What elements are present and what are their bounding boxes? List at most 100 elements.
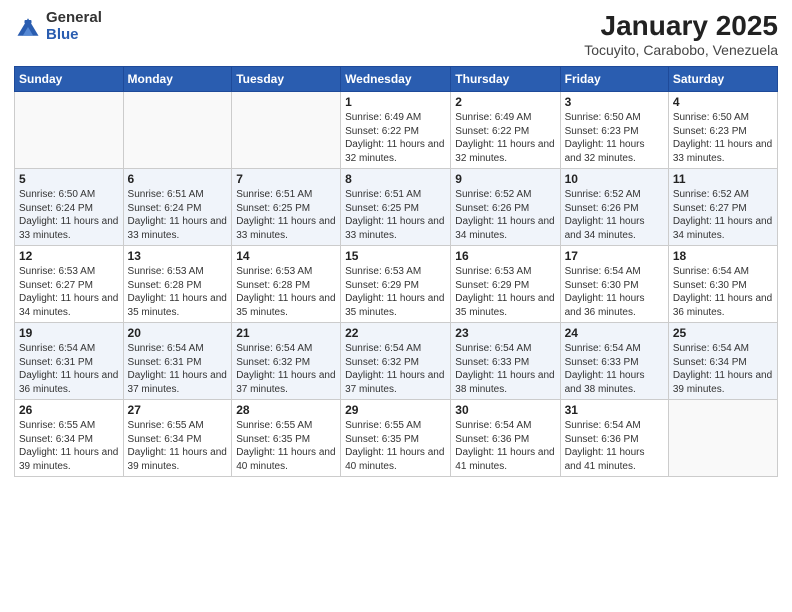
day-info: Sunrise: 6:55 AMSunset: 6:35 PMDaylight:… — [345, 419, 446, 473]
day-info: Sunrise: 6:55 AMSunset: 6:35 PMDaylight:… — [236, 419, 336, 473]
col-friday: Friday — [560, 67, 668, 92]
day-number: 18 — [673, 249, 773, 263]
day-number: 24 — [565, 326, 664, 340]
day-info: Sunrise: 6:54 AMSunset: 6:32 PMDaylight:… — [345, 342, 446, 396]
day-number: 20 — [128, 326, 228, 340]
subtitle: Tocuyito, Carabobo, Venezuela — [584, 42, 778, 58]
day-number: 31 — [565, 403, 664, 417]
calendar-week-row: 12 Sunrise: 6:53 AMSunset: 6:27 PMDayligh… — [15, 246, 778, 323]
table-row: 29 Sunrise: 6:55 AMSunset: 6:35 PMDayligh… — [341, 400, 451, 477]
day-info: Sunrise: 6:53 AMSunset: 6:27 PMDaylight:… — [19, 265, 119, 319]
table-row: 14 Sunrise: 6:53 AMSunset: 6:28 PMDayligh… — [232, 246, 341, 323]
day-info: Sunrise: 6:52 AMSunset: 6:26 PMDaylight:… — [565, 188, 664, 242]
day-number: 26 — [19, 403, 119, 417]
table-row: 17 Sunrise: 6:54 AMSunset: 6:30 PMDayligh… — [560, 246, 668, 323]
day-number: 12 — [19, 249, 119, 263]
table-row: 24 Sunrise: 6:54 AMSunset: 6:33 PMDayligh… — [560, 323, 668, 400]
day-info: Sunrise: 6:54 AMSunset: 6:30 PMDaylight:… — [673, 265, 773, 319]
day-info: Sunrise: 6:54 AMSunset: 6:32 PMDaylight:… — [236, 342, 336, 396]
logo-general: General — [46, 10, 102, 27]
table-row: 31Sunrise: 6:54 AMSunset: 6:36 PMDayligh… — [560, 400, 668, 477]
logo-text: General Blue — [46, 10, 102, 43]
table-row: 30Sunrise: 6:54 AMSunset: 6:36 PMDayligh… — [451, 400, 560, 477]
day-info: Sunrise: 6:55 AMSunset: 6:34 PMDaylight:… — [19, 419, 119, 473]
day-number: 17 — [565, 249, 664, 263]
day-number: 8 — [345, 172, 446, 186]
day-number: 9 — [455, 172, 555, 186]
calendar-header-row: Sunday Monday Tuesday Wednesday Thursday… — [15, 67, 778, 92]
table-row: 1 Sunrise: 6:49 AMSunset: 6:22 PMDaylight… — [341, 92, 451, 169]
day-info: Sunrise: 6:50 AMSunset: 6:24 PMDaylight:… — [19, 188, 119, 242]
day-number: 14 — [236, 249, 336, 263]
table-row: 26 Sunrise: 6:55 AMSunset: 6:34 PMDayligh… — [15, 400, 124, 477]
day-number: 28 — [236, 403, 336, 417]
day-info: Sunrise: 6:49 AMSunset: 6:22 PMDaylight:… — [345, 111, 446, 165]
table-row: 23Sunrise: 6:54 AMSunset: 6:33 PMDayligh… — [451, 323, 560, 400]
day-number: 13 — [128, 249, 228, 263]
day-number: 22 — [345, 326, 446, 340]
day-info: Sunrise: 6:55 AMSunset: 6:34 PMDaylight:… — [128, 419, 228, 473]
table-row: 19Sunrise: 6:54 AMSunset: 6:31 PMDayligh… — [15, 323, 124, 400]
table-row: 22 Sunrise: 6:54 AMSunset: 6:32 PMDayligh… — [341, 323, 451, 400]
day-number: 10 — [565, 172, 664, 186]
table-row: 4 Sunrise: 6:50 AMSunset: 6:23 PMDaylight… — [668, 92, 777, 169]
day-number: 1 — [345, 95, 446, 109]
day-info: Sunrise: 6:53 AMSunset: 6:28 PMDaylight:… — [236, 265, 336, 319]
table-row: 10 Sunrise: 6:52 AMSunset: 6:26 PMDayligh… — [560, 169, 668, 246]
day-info: Sunrise: 6:51 AMSunset: 6:25 PMDaylight:… — [236, 188, 336, 242]
table-row: 3Sunrise: 6:50 AMSunset: 6:23 PMDaylight… — [560, 92, 668, 169]
day-number: 16 — [455, 249, 555, 263]
day-info: Sunrise: 6:53 AMSunset: 6:29 PMDaylight:… — [455, 265, 555, 319]
day-number: 19 — [19, 326, 119, 340]
header: General Blue January 2025 Tocuyito, Cara… — [14, 10, 778, 58]
main-title: January 2025 — [584, 10, 778, 42]
title-block: January 2025 Tocuyito, Carabobo, Venezue… — [584, 10, 778, 58]
table-row: 7 Sunrise: 6:51 AMSunset: 6:25 PMDaylight… — [232, 169, 341, 246]
table-row: 16 Sunrise: 6:53 AMSunset: 6:29 PMDayligh… — [451, 246, 560, 323]
calendar-week-row: 5Sunrise: 6:50 AMSunset: 6:24 PMDaylight… — [15, 169, 778, 246]
day-number: 21 — [236, 326, 336, 340]
col-saturday: Saturday — [668, 67, 777, 92]
logo: General Blue — [14, 10, 102, 43]
day-info: Sunrise: 6:54 AMSunset: 6:33 PMDaylight:… — [565, 342, 664, 396]
day-info: Sunrise: 6:49 AMSunset: 6:22 PMDaylight:… — [455, 111, 555, 165]
day-number: 15 — [345, 249, 446, 263]
logo-blue: Blue — [46, 27, 102, 44]
day-info: Sunrise: 6:54 AMSunset: 6:33 PMDaylight:… — [455, 342, 555, 396]
day-number: 4 — [673, 95, 773, 109]
table-row: 2 Sunrise: 6:49 AMSunset: 6:22 PMDaylight… — [451, 92, 560, 169]
table-row: 18 Sunrise: 6:54 AMSunset: 6:30 PMDayligh… — [668, 246, 777, 323]
col-monday: Monday — [123, 67, 232, 92]
col-thursday: Thursday — [451, 67, 560, 92]
table-row — [123, 92, 232, 169]
day-number: 6 — [128, 172, 228, 186]
col-tuesday: Tuesday — [232, 67, 341, 92]
day-number: 27 — [128, 403, 228, 417]
table-row: 21 Sunrise: 6:54 AMSunset: 6:32 PMDayligh… — [232, 323, 341, 400]
table-row: 11Sunrise: 6:52 AMSunset: 6:27 PMDayligh… — [668, 169, 777, 246]
table-row: 27 Sunrise: 6:55 AMSunset: 6:34 PMDayligh… — [123, 400, 232, 477]
day-number: 29 — [345, 403, 446, 417]
table-row: 20 Sunrise: 6:54 AMSunset: 6:31 PMDayligh… — [123, 323, 232, 400]
day-info: Sunrise: 6:54 AMSunset: 6:30 PMDaylight:… — [565, 265, 664, 319]
table-row — [668, 400, 777, 477]
calendar: Sunday Monday Tuesday Wednesday Thursday… — [14, 66, 778, 477]
day-number: 7 — [236, 172, 336, 186]
day-info: Sunrise: 6:54 AMSunset: 6:31 PMDaylight:… — [128, 342, 228, 396]
calendar-week-row: 26 Sunrise: 6:55 AMSunset: 6:34 PMDayligh… — [15, 400, 778, 477]
table-row: 6Sunrise: 6:51 AMSunset: 6:24 PMDaylight… — [123, 169, 232, 246]
table-row: 12 Sunrise: 6:53 AMSunset: 6:27 PMDayligh… — [15, 246, 124, 323]
table-row: 8 Sunrise: 6:51 AMSunset: 6:25 PMDaylight… — [341, 169, 451, 246]
day-info: Sunrise: 6:50 AMSunset: 6:23 PMDaylight:… — [673, 111, 773, 165]
day-info: Sunrise: 6:51 AMSunset: 6:25 PMDaylight:… — [345, 188, 446, 242]
day-number: 3 — [565, 95, 664, 109]
day-info: Sunrise: 6:52 AMSunset: 6:27 PMDaylight:… — [673, 188, 773, 242]
table-row: 15Sunrise: 6:53 AMSunset: 6:29 PMDayligh… — [341, 246, 451, 323]
table-row — [15, 92, 124, 169]
col-wednesday: Wednesday — [341, 67, 451, 92]
day-number: 2 — [455, 95, 555, 109]
day-info: Sunrise: 6:54 AMSunset: 6:34 PMDaylight:… — [673, 342, 773, 396]
table-row: 28 Sunrise: 6:55 AMSunset: 6:35 PMDayligh… — [232, 400, 341, 477]
table-row: 25Sunrise: 6:54 AMSunset: 6:34 PMDayligh… — [668, 323, 777, 400]
table-row — [232, 92, 341, 169]
